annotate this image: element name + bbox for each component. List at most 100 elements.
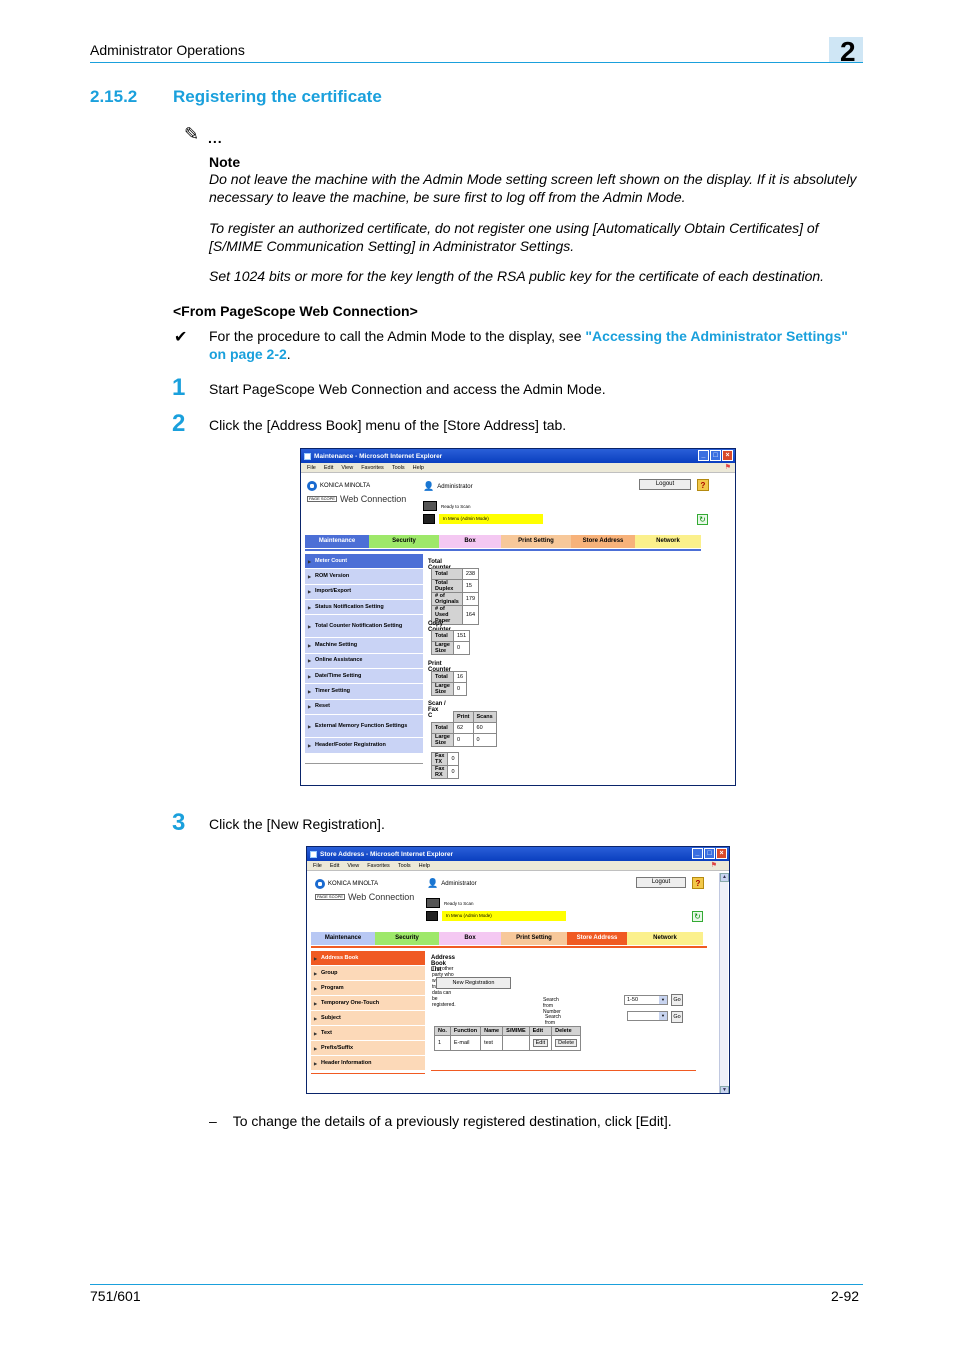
column-header: No. [434, 1026, 451, 1036]
scroll-down-button[interactable]: ▼ [720, 1086, 729, 1093]
window-title: Maintenance - Microsoft Internet Explore… [314, 452, 443, 460]
copy-counter-table: Total 151 Large Size 0 [431, 630, 471, 655]
help-icon[interactable]: ? [692, 877, 704, 889]
column-header: Delete [551, 1026, 582, 1036]
nav-item-timer-setting[interactable]: Timer Setting [305, 684, 423, 700]
nav-item-header-footer-registration[interactable]: Header/Footer Registration [305, 738, 423, 754]
content-bottom-rule [431, 1070, 696, 1071]
close-button[interactable]: × [722, 450, 733, 461]
tab-print-setting[interactable]: Print Setting [501, 535, 571, 548]
tab-underline [305, 549, 701, 551]
nav-item-temporary-one-touch[interactable]: Temporary One-Touch [311, 996, 425, 1011]
search-number-go-button[interactable]: Go [671, 994, 683, 1006]
tab-store-address[interactable]: Store Address [571, 535, 635, 548]
vertical-scrollbar[interactable]: ▲ ▼ [719, 873, 729, 1093]
section-number: 2.15.2 [90, 87, 138, 106]
menu-edit[interactable]: Edit [324, 465, 333, 471]
minimize-button[interactable]: _ [698, 450, 709, 461]
nav-item-subject[interactable]: Subject [311, 1011, 425, 1026]
search-index-select[interactable]: ▼ [627, 1011, 668, 1021]
header-rule [90, 62, 863, 63]
nav-item-status-notification-setting[interactable]: Status Notification Setting [305, 599, 423, 616]
tab-security[interactable]: Security [369, 535, 439, 548]
nav-item-header-information[interactable]: Header Information [311, 1056, 425, 1071]
menu-favorites[interactable]: Favorites [361, 465, 384, 471]
tab-network[interactable]: Network [627, 932, 703, 945]
table-header-row: Print Scans [431, 711, 497, 723]
search-index-go-button[interactable]: Go [671, 1011, 683, 1023]
step-number: 2 [172, 410, 186, 437]
nav-item-machine-setting[interactable]: Machine Setting [305, 638, 423, 654]
window-titlebar: Store Address - Microsoft Internet Explo… [307, 847, 729, 861]
total-counter-table: Total 238 Total Duplex 15 # of Originals 179 #… [431, 568, 480, 625]
menu-favorites[interactable]: Favorites [367, 863, 390, 869]
new-registration-button[interactable]: New Registration [436, 977, 511, 989]
note-paragraph: Do not leave the machine with the Admin … [209, 171, 857, 205]
mode-text: In Menu (Admin Mode) [442, 911, 566, 921]
menu-tools[interactable]: Tools [398, 863, 411, 869]
note-paragraph: To register an authorized certificate, d… [209, 220, 819, 254]
maximize-button[interactable]: □ [710, 450, 721, 461]
refresh-icon[interactable]: ↻ [692, 911, 703, 922]
table-row: Large Size 0 0 [431, 733, 497, 747]
nav-item-meter-count[interactable]: Meter Count [305, 554, 423, 570]
menu-view[interactable]: View [347, 863, 359, 869]
scroll-up-button[interactable]: ▲ [720, 873, 729, 882]
minimize-button[interactable]: _ [692, 848, 703, 859]
menu-help[interactable]: Help [419, 863, 430, 869]
tab-network[interactable]: Network [635, 535, 701, 548]
row-value: 0 [452, 641, 471, 655]
browser-window-store-address: Store Address - Microsoft Internet Explo… [306, 846, 730, 1094]
nav-item-reset[interactable]: Reset [305, 699, 423, 715]
column-header: Scans [472, 711, 497, 723]
row-label: Total [431, 671, 454, 683]
pagescope-badge: PAGE SCOPE [307, 496, 337, 502]
tab-box[interactable]: Box [439, 932, 501, 945]
nav-item-import-export[interactable]: Import/Export [305, 584, 423, 600]
nav-item-address-book[interactable]: Address Book [311, 951, 425, 966]
menu-view[interactable]: View [341, 465, 353, 471]
maximize-button[interactable]: □ [704, 848, 715, 859]
nav-item-prefix-suffix[interactable]: Prefix/Suffix [311, 1041, 425, 1056]
prereq-link-page[interactable]: on page 2-2 [209, 346, 287, 362]
table-row: Total 151 [431, 630, 471, 642]
menu-tools[interactable]: Tools [392, 465, 405, 471]
tab-store-address[interactable]: Store Address [567, 932, 627, 945]
nav-item-external-memory-function-settings[interactable]: External Memory Function Settings [305, 714, 423, 739]
pencil-note-icon: ✎ [184, 124, 200, 144]
row-label: Fax RX [430, 765, 449, 779]
tab-print-setting[interactable]: Print Setting [501, 932, 567, 945]
refresh-icon[interactable]: ↻ [697, 514, 708, 525]
row-label: Large Size [431, 641, 454, 655]
close-button[interactable]: × [716, 848, 727, 859]
menu-file[interactable]: File [307, 465, 316, 471]
tab-maintenance[interactable]: Maintenance [305, 535, 369, 548]
menu-help[interactable]: Help [413, 465, 424, 471]
logout-button[interactable]: Logout [639, 479, 691, 490]
nav-item-rom-version[interactable]: ROM Version [305, 569, 423, 585]
table-row: Large Size 0 [431, 682, 468, 696]
tab-box[interactable]: Box [439, 535, 501, 548]
nav-bottom-rule [305, 763, 423, 764]
tab-security[interactable]: Security [375, 932, 439, 945]
nav-item-group[interactable]: Group [311, 966, 425, 981]
search-number-select[interactable]: 1-50 ▼ [624, 995, 668, 1005]
edit-button[interactable]: Edit [532, 1039, 549, 1047]
nav-item-text[interactable]: Text [311, 1026, 425, 1041]
menu-file[interactable]: File [313, 863, 322, 869]
nav-item-program[interactable]: Program [311, 981, 425, 996]
nav-item-date-time-setting[interactable]: Date/Time Setting [305, 669, 423, 685]
search-number-value: 1-50 [627, 997, 639, 1003]
help-icon[interactable]: ? [697, 479, 709, 491]
section-title: Registering the certificate [173, 87, 382, 106]
product-name: Web Connection [347, 892, 415, 902]
table-row: Total 238 [431, 568, 480, 580]
delete-button[interactable]: Delete [555, 1039, 578, 1047]
tab-maintenance[interactable]: Maintenance [311, 932, 375, 945]
nav-item-total-counter-notification-setting[interactable]: Total Counter Notification Setting [305, 615, 423, 639]
prereq-link[interactable]: "Accessing the Administrator Settings" [585, 328, 847, 344]
menu-edit[interactable]: Edit [330, 863, 339, 869]
logout-button[interactable]: Logout [636, 877, 686, 888]
nav-item-online-assistance[interactable]: Online Assistance [305, 653, 423, 670]
row-label: Total [431, 630, 454, 642]
